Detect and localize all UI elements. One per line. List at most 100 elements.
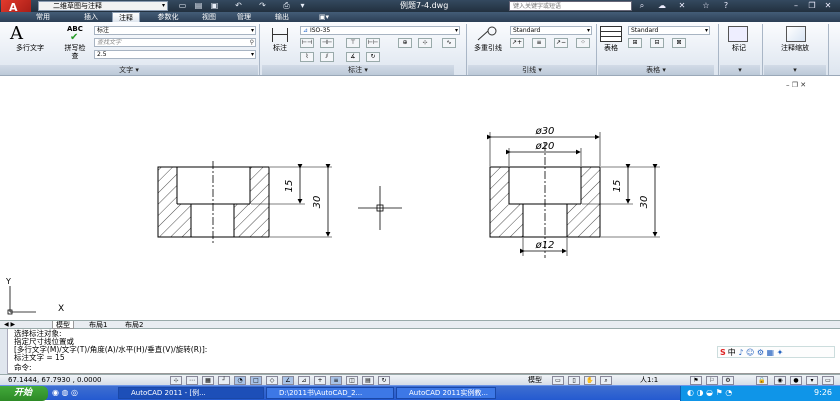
table-link-icon[interactable]: ⊞ bbox=[628, 38, 642, 48]
center-mark-icon[interactable]: ⊹ bbox=[418, 38, 432, 48]
mtext-button[interactable]: 多行文字 bbox=[10, 44, 50, 52]
command-prompt[interactable]: 命令: bbox=[14, 364, 32, 372]
ime-mode[interactable]: 中 bbox=[728, 348, 736, 357]
annotation-visibility-icon[interactable]: ⚑ bbox=[690, 376, 702, 385]
tpy-toggle[interactable]: ◫ bbox=[346, 376, 358, 385]
close-icon[interactable]: ✕ bbox=[822, 1, 834, 11]
quick-view-drawings-icon[interactable]: ▯ bbox=[568, 376, 580, 385]
ducs-toggle[interactable]: ⊿ bbox=[298, 376, 310, 385]
infocenter-icon[interactable]: ☁ bbox=[656, 1, 668, 11]
remove-leader-icon[interactable]: ↗− bbox=[554, 38, 568, 48]
drawing-canvas[interactable]: 15 30 ø30 ø20 15 30 ø12 Y X bbox=[0, 77, 840, 320]
table-icon[interactable] bbox=[600, 26, 622, 42]
save-icon[interactable]: ▣ bbox=[208, 1, 221, 11]
dim-update-icon[interactable]: ↻ bbox=[366, 52, 380, 62]
lock-icon[interactable]: 🔒 bbox=[756, 376, 768, 385]
quick-view-layouts-icon[interactable]: ▭ bbox=[552, 376, 564, 385]
leader-style-select[interactable]: Standard ▾ bbox=[510, 26, 592, 35]
plot-icon[interactable]: ⎙ bbox=[280, 1, 293, 11]
clean-screen-icon[interactable]: ▭ bbox=[822, 376, 834, 385]
dim-oblique-icon[interactable]: ⫽ bbox=[320, 52, 334, 62]
right-dim-30[interactable]: 30 bbox=[639, 196, 650, 209]
restore-icon[interactable]: ❐ bbox=[792, 81, 798, 89]
right-dim-15[interactable]: 15 bbox=[612, 180, 623, 193]
3dosnap-toggle[interactable]: ◇ bbox=[266, 376, 278, 385]
dim-style-select[interactable]: ⊿ ISO-35 ▾ bbox=[300, 26, 460, 35]
command-window[interactable]: 选择标注对象: 指定尺寸线位置或 [多行文字(M)/文字(T)/角度(A)/水平… bbox=[0, 329, 840, 374]
continue-dim-icon[interactable]: ⊣⊢ bbox=[320, 38, 334, 48]
ime-tools-icons[interactable]: ♪ ☺ ⚙ ▦ ✦ bbox=[738, 348, 783, 357]
workspace-switch-icon[interactable]: ⚙ bbox=[722, 376, 734, 385]
align-leader-icon[interactable]: ≡ bbox=[532, 38, 546, 48]
tab-insert[interactable]: 插入 bbox=[78, 12, 104, 22]
status-menu-icon[interactable]: ▾ bbox=[806, 376, 818, 385]
tab-nav-icon[interactable]: ◀ ▶ bbox=[4, 321, 15, 328]
spell-check-button[interactable]: 拼写检查 bbox=[64, 44, 86, 60]
annotation-scaling-button[interactable]: 注释缩放 bbox=[766, 44, 824, 52]
leader-panel-footer[interactable]: 引线 ▾ bbox=[468, 65, 596, 75]
viewport-controls[interactable]: – ❐ ✕ bbox=[786, 81, 806, 89]
ortho-toggle[interactable]: ┘ bbox=[218, 376, 230, 385]
left-dim-15[interactable]: 15 bbox=[284, 180, 295, 193]
right-dim-d20[interactable]: ø20 bbox=[535, 141, 555, 152]
panel-toggle-icon[interactable]: ▣▾ bbox=[316, 12, 332, 22]
tab-annotate[interactable]: 注释 bbox=[112, 12, 140, 22]
sc-toggle[interactable]: ↻ bbox=[378, 376, 390, 385]
help-icon[interactable]: ? bbox=[720, 1, 732, 11]
multileader-icon[interactable] bbox=[476, 26, 498, 42]
command-window-grip[interactable] bbox=[0, 329, 8, 374]
annotation-scale-icon[interactable] bbox=[786, 26, 806, 42]
undo-icon[interactable]: ↶ bbox=[232, 1, 245, 11]
quick-launch-icons[interactable]: ◉ ◍ ◎ bbox=[52, 388, 78, 397]
tolerance-icon[interactable]: ⊕ bbox=[398, 38, 412, 48]
dim-text-angle-icon[interactable]: ∡ bbox=[346, 52, 360, 62]
text-style-select[interactable]: 标注 ▾ bbox=[94, 26, 256, 35]
table-style-select[interactable]: Standard ▾ bbox=[628, 26, 710, 35]
minimize-icon[interactable]: – bbox=[790, 1, 802, 11]
dim-jog-icon[interactable]: ⌇ bbox=[300, 52, 314, 62]
open-icon[interactable]: ▤ bbox=[192, 1, 205, 11]
tab-view[interactable]: 视图 bbox=[196, 12, 222, 22]
markup-panel-footer[interactable]: ▾ bbox=[720, 65, 760, 75]
mtext-icon[interactable]: A bbox=[10, 25, 28, 43]
chevron-down-icon[interactable]: ▾ bbox=[296, 1, 309, 11]
ime-toolbar[interactable]: S中 ♪ ☺ ⚙ ▦ ✦ bbox=[717, 346, 835, 358]
tab-parametric[interactable]: 参数化 bbox=[148, 12, 188, 22]
drawing-area[interactable]: 15 30 ø30 ø20 15 30 ø12 Y X bbox=[0, 77, 840, 320]
otrack-toggle[interactable]: ∠ bbox=[282, 376, 294, 385]
inspect-icon[interactable]: ∿ bbox=[442, 38, 456, 48]
add-leader-icon[interactable]: ↗+ bbox=[510, 38, 524, 48]
hardware-accel-icon[interactable]: ◉ bbox=[774, 376, 786, 385]
annotation-scale[interactable]: 人1:1 bbox=[640, 376, 658, 385]
tab-output[interactable]: 输出 bbox=[268, 12, 296, 22]
minimize-icon[interactable]: – bbox=[786, 81, 790, 89]
dim-space-icon[interactable]: ⊤ bbox=[346, 38, 360, 48]
tab-model[interactable]: 模型 bbox=[52, 321, 74, 329]
taskbar-item-explorer[interactable]: D:\2011书\AutoCAD_2... bbox=[266, 387, 394, 399]
multileader-button[interactable]: 多重引线 bbox=[468, 44, 508, 52]
taskbar-item-document[interactable]: AutoCAD 2011实例教... bbox=[396, 387, 496, 399]
markup-icon[interactable] bbox=[728, 26, 748, 42]
quick-dim-icon[interactable]: ⊢⊣ bbox=[300, 38, 314, 48]
find-text-input[interactable]: 查找文字 ⚲ bbox=[94, 38, 256, 47]
right-dim-d30[interactable]: ø30 bbox=[535, 126, 555, 137]
infer-toggle[interactable]: ⊹ bbox=[170, 376, 182, 385]
lwt-toggle[interactable]: ≡ bbox=[330, 376, 342, 385]
snap-toggle[interactable]: ⋯ bbox=[186, 376, 198, 385]
linear-dim-icon[interactable] bbox=[272, 28, 288, 42]
table-button[interactable]: 表格 bbox=[600, 44, 622, 52]
isolate-objects-icon[interactable]: ● bbox=[790, 376, 802, 385]
taskbar-item-autocad[interactable]: AutoCAD 2011 - [例... bbox=[118, 387, 264, 399]
dim-panel-footer[interactable]: 标注 ▾ bbox=[262, 65, 454, 75]
tab-home[interactable]: 常用 bbox=[30, 12, 56, 22]
right-dim-d12[interactable]: ø12 bbox=[535, 240, 555, 251]
grid-toggle[interactable]: ▦ bbox=[202, 376, 214, 385]
osnap-toggle[interactable]: □ bbox=[250, 376, 262, 385]
workspace-switcher[interactable]: 二维草图与注释 ▾ bbox=[38, 1, 168, 11]
auto-scale-icon[interactable]: ⚐ bbox=[706, 376, 718, 385]
collect-leader-icon[interactable]: ⁘ bbox=[576, 38, 590, 48]
redo-icon[interactable]: ↷ bbox=[256, 1, 269, 11]
star-icon[interactable]: ☆ bbox=[700, 1, 712, 11]
qp-toggle[interactable]: ▤ bbox=[362, 376, 374, 385]
new-icon[interactable]: ▭ bbox=[176, 1, 189, 11]
